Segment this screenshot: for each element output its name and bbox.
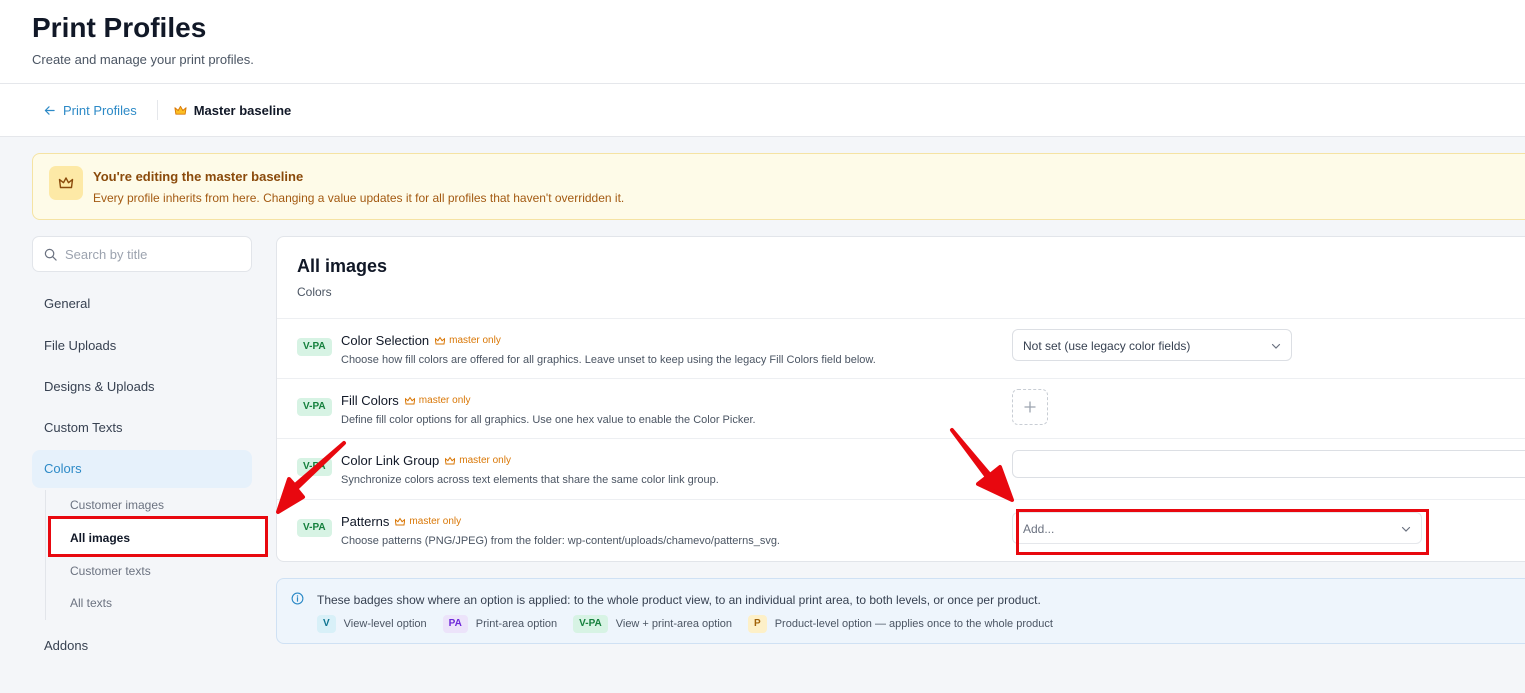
panel-title: All images xyxy=(297,256,388,276)
master-only-label: master only xyxy=(449,335,501,346)
subnav-item-customer-images[interactable]: Customer images xyxy=(70,498,164,512)
subnav-item-all-texts[interactable]: All texts xyxy=(70,596,112,610)
master-baseline-notice: You're editing the master baseline Every… xyxy=(32,153,1525,220)
sidebar-item-addons[interactable]: Addons xyxy=(44,638,88,653)
setting-description: Choose patterns (PNG/JPEG) from the fold… xyxy=(341,535,780,547)
setting-row-color-selection: V-PA Color Selection master only Choose … xyxy=(277,319,1525,379)
panel-subtitle: Colors xyxy=(297,285,332,299)
sidebar-item-custom-texts[interactable]: Custom Texts xyxy=(44,420,123,435)
crown-icon xyxy=(58,177,74,189)
setting-title-label: Patterns xyxy=(341,514,390,529)
legend-badge-p: P xyxy=(748,615,767,633)
select-value: Not set (use legacy color fields) xyxy=(1023,339,1191,353)
legend-badge-pa: PA xyxy=(442,615,468,633)
master-only-tag: master only xyxy=(395,516,461,527)
arrow-left-icon xyxy=(44,105,55,115)
legend-label: View-level option xyxy=(343,618,427,630)
breadcrumb-separator xyxy=(156,100,158,120)
top-header: Print Profiles Create and manage your pr… xyxy=(0,0,1525,137)
search-input[interactable] xyxy=(65,237,245,271)
plus-icon xyxy=(1024,401,1036,413)
scope-badge: V-PA xyxy=(297,338,332,356)
master-only-tag: master only xyxy=(435,335,501,346)
annotation-box-patterns-select xyxy=(1016,509,1429,555)
subnav-guide-line xyxy=(45,490,46,620)
subnav-item-customer-texts[interactable]: Customer texts xyxy=(70,564,151,578)
legend-item: P Product-level option — applies once to… xyxy=(748,615,1053,633)
breadcrumb-back-link[interactable]: Print Profiles xyxy=(44,103,137,118)
badge-legend: These badges show where an option is app… xyxy=(276,578,1525,644)
crown-icon xyxy=(174,105,187,115)
setting-title-label: Fill Colors xyxy=(341,393,399,408)
legend-items: V View-level option PA Print-area option… xyxy=(317,615,1069,633)
notice-title: You're editing the master baseline xyxy=(93,169,304,184)
sidebar-item-general[interactable]: General xyxy=(44,296,90,311)
master-only-label: master only xyxy=(418,395,471,406)
master-only-tag: master only xyxy=(445,455,511,466)
sidebar-item-colors-label: Colors xyxy=(44,461,82,476)
scope-badge: V-PA xyxy=(297,519,332,537)
page-title: Print Profiles xyxy=(32,12,207,43)
master-only-label: master only xyxy=(459,455,511,466)
annotation-box-all-images xyxy=(48,516,268,557)
master-only-label: master only xyxy=(409,516,462,527)
legend-item: PA Print-area option xyxy=(442,615,558,633)
setting-title-label: Color Link Group xyxy=(341,453,440,468)
master-only-tag: master only xyxy=(404,395,471,406)
sidebar-item-file-uploads[interactable]: File Uploads xyxy=(44,338,116,353)
crown-icon xyxy=(395,517,406,525)
setting-row-color-link-group: V-PA Color Link Group master only Synchr… xyxy=(277,439,1525,499)
sidebar-item-colors[interactable]: Colors xyxy=(32,450,252,488)
legend-text: These badges show where an option is app… xyxy=(317,593,1041,607)
crown-icon xyxy=(445,456,456,464)
notice-icon-box xyxy=(49,166,83,200)
setting-description: Define fill color options for all graphi… xyxy=(341,414,756,426)
header-bottom-border xyxy=(0,136,1525,137)
scope-badge: V-PA xyxy=(297,458,332,476)
crown-icon xyxy=(435,336,446,344)
setting-description: Choose how fill colors are offered for a… xyxy=(341,354,876,366)
breadcrumb-current: Master baseline xyxy=(174,102,292,118)
crown-icon xyxy=(404,396,415,404)
legend-badge-vpa: V-PA xyxy=(573,615,608,633)
setting-description: Synchronize colors across text elements … xyxy=(341,474,719,486)
info-icon xyxy=(291,592,304,605)
legend-label: Product-level option — applies once to t… xyxy=(774,618,1053,630)
setting-title: Color Selection master only xyxy=(341,333,501,348)
notice-text: Every profile inherits from here. Changi… xyxy=(93,191,625,205)
legend-label: View + print-area option xyxy=(615,618,733,630)
page-subtitle: Create and manage your print profiles. xyxy=(32,52,254,67)
header-divider xyxy=(0,83,1525,84)
breadcrumb-current-label: Master baseline xyxy=(193,102,292,118)
setting-title-label: Color Selection xyxy=(341,333,430,348)
setting-title: Patterns master only xyxy=(341,514,461,529)
legend-item: V View-level option xyxy=(317,615,427,633)
search-field[interactable] xyxy=(32,236,252,272)
legend-badge-v: V xyxy=(317,615,336,633)
chevron-down-icon xyxy=(1271,343,1281,349)
breadcrumb: Print Profiles Master baseline xyxy=(44,100,291,120)
legend-item: V-PA View + print-area option xyxy=(573,615,732,633)
search-icon xyxy=(44,248,57,261)
setting-title: Fill Colors master only xyxy=(341,393,470,408)
color-selection-select[interactable]: Not set (use legacy color fields) xyxy=(1012,329,1292,361)
setting-row-fill-colors: V-PA Fill Colors master only Define fill… xyxy=(277,379,1525,439)
setting-title: Color Link Group master only xyxy=(341,453,511,468)
scope-badge: V-PA xyxy=(297,398,332,416)
color-link-group-input[interactable] xyxy=(1012,450,1525,478)
breadcrumb-back-label: Print Profiles xyxy=(63,102,137,118)
legend-label: Print-area option xyxy=(475,618,558,630)
add-fill-color-button[interactable] xyxy=(1012,389,1048,425)
sidebar-item-designs-uploads[interactable]: Designs & Uploads xyxy=(44,379,155,394)
